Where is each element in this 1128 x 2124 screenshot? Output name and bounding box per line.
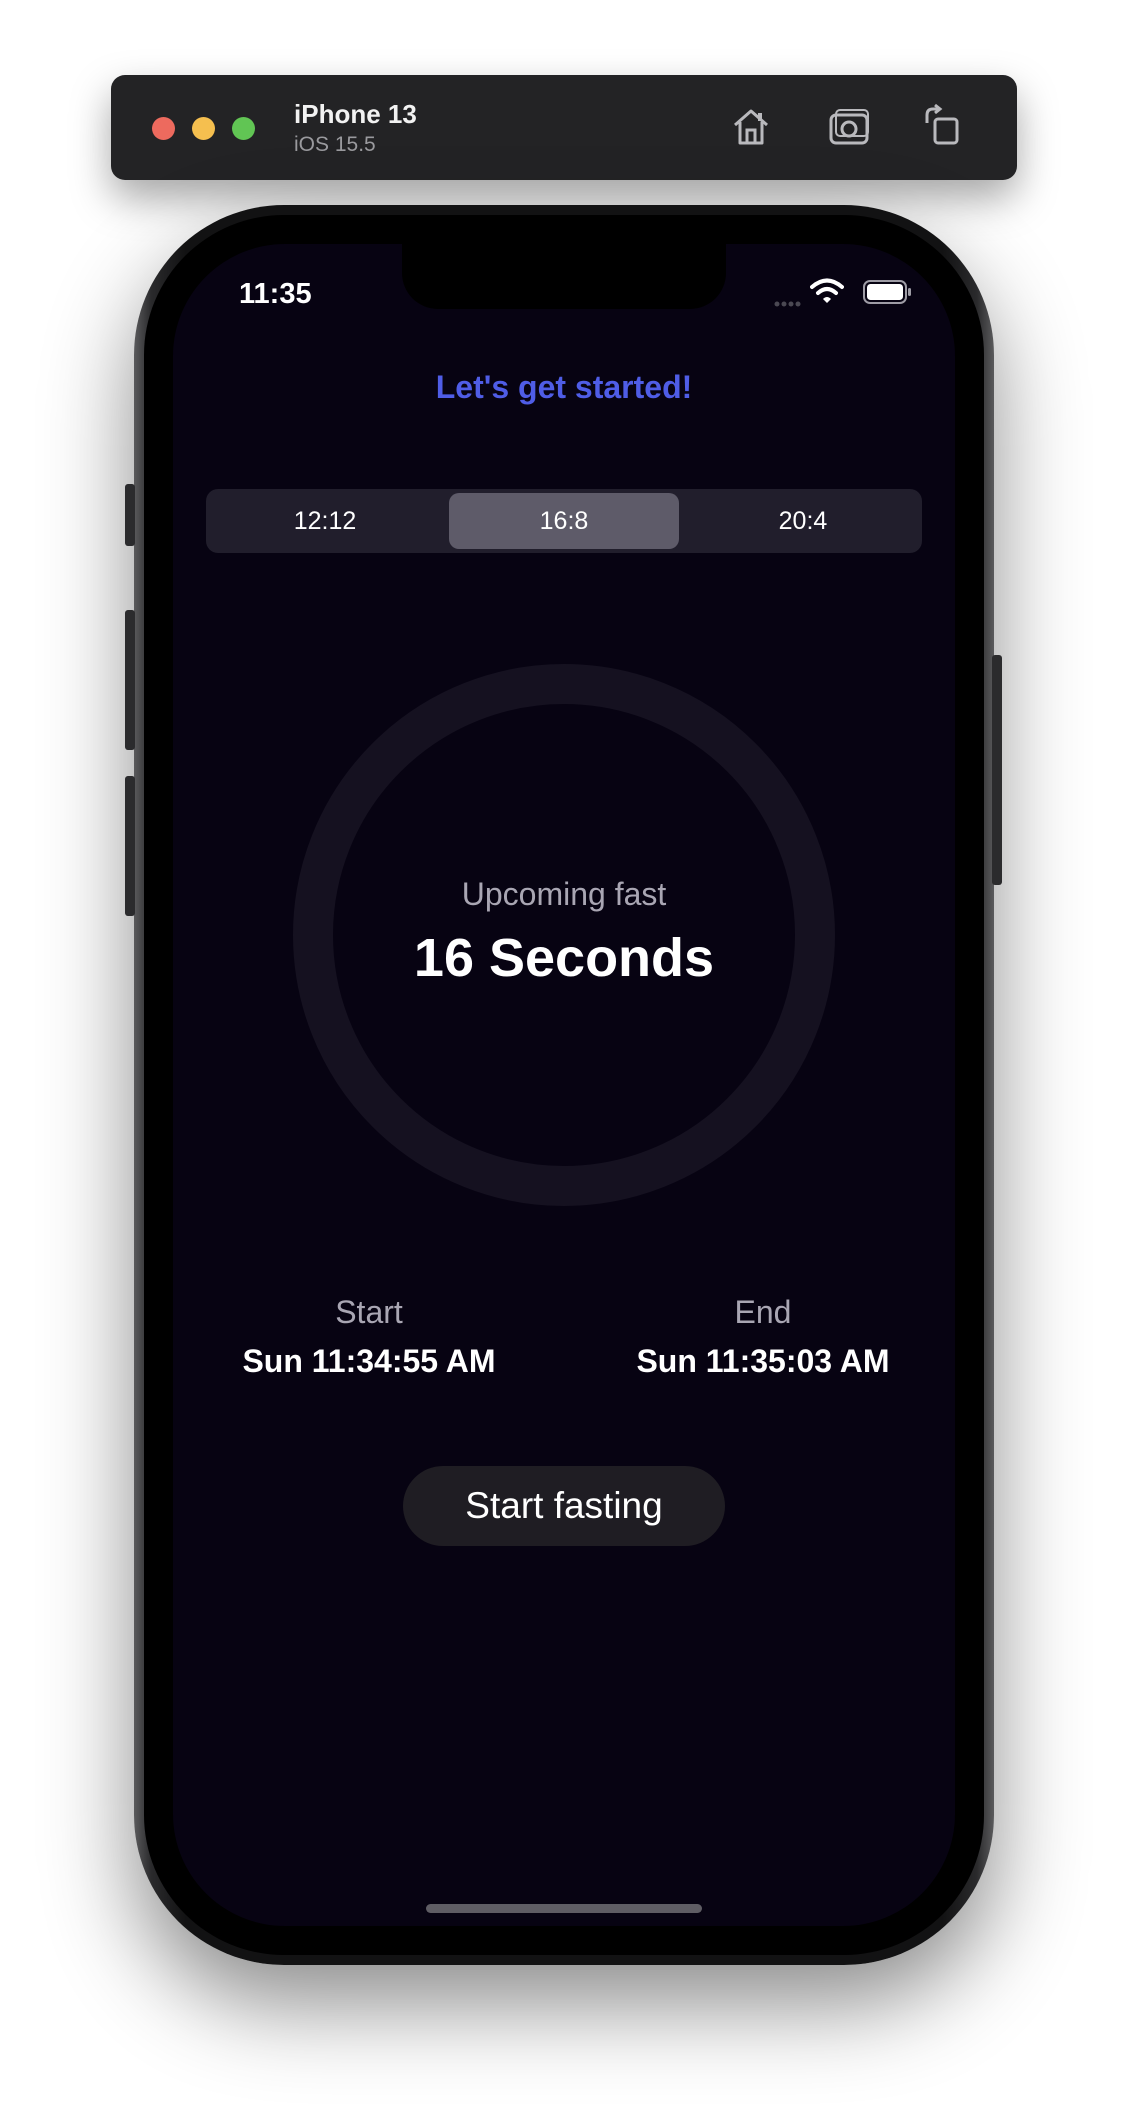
- segment-16-8-selected[interactable]: 16:8: [449, 493, 679, 549]
- wifi-icon: [810, 278, 844, 303]
- screenshot-icon[interactable]: [827, 103, 875, 151]
- volume-down-button: [125, 776, 135, 916]
- close-window-button[interactable]: [152, 117, 175, 140]
- start-time: Sun 11:34:55 AM: [242, 1343, 496, 1379]
- segment-12-12[interactable]: 12:12: [210, 493, 440, 549]
- zoom-window-button[interactable]: [232, 117, 255, 140]
- phone-screen: 11:35 Let's get started! 12:12 16:8 20:4…: [173, 244, 955, 1926]
- os-version: iOS 15.5: [294, 133, 376, 156]
- end-label: End: [734, 1294, 792, 1330]
- volume-up-button: [125, 610, 135, 750]
- battery-icon: [863, 280, 911, 304]
- segment-20-4[interactable]: 20:4: [688, 493, 918, 549]
- power-button: [992, 655, 1002, 885]
- page-title: Let's get started!: [435, 369, 693, 405]
- home-indicator[interactable]: [426, 1904, 702, 1913]
- notch: [402, 244, 726, 309]
- start-fasting-button[interactable]: Start fasting: [403, 1466, 725, 1546]
- end-time: Sun 11:35:03 AM: [636, 1343, 890, 1379]
- ring-label: Upcoming fast: [461, 876, 667, 912]
- rotate-icon[interactable]: [919, 103, 967, 151]
- status-time: 11:35: [239, 278, 312, 310]
- mute-switch: [125, 484, 135, 546]
- simulator-toolbar: iPhone 13 iOS 15.5: [111, 75, 1017, 180]
- end-time-block: End Sun 11:35:03 AM: [593, 1294, 933, 1380]
- start-time-block: Start Sun 11:34:55 AM: [199, 1294, 539, 1380]
- device-name: iPhone 13: [294, 99, 417, 129]
- countdown-value: 16 Seconds: [413, 928, 715, 988]
- start-label: Start: [335, 1294, 403, 1330]
- home-icon[interactable]: [727, 103, 775, 151]
- minimize-window-button[interactable]: [192, 117, 215, 140]
- fasting-plan-segmented-control[interactable]: 12:12 16:8 20:4: [206, 489, 922, 553]
